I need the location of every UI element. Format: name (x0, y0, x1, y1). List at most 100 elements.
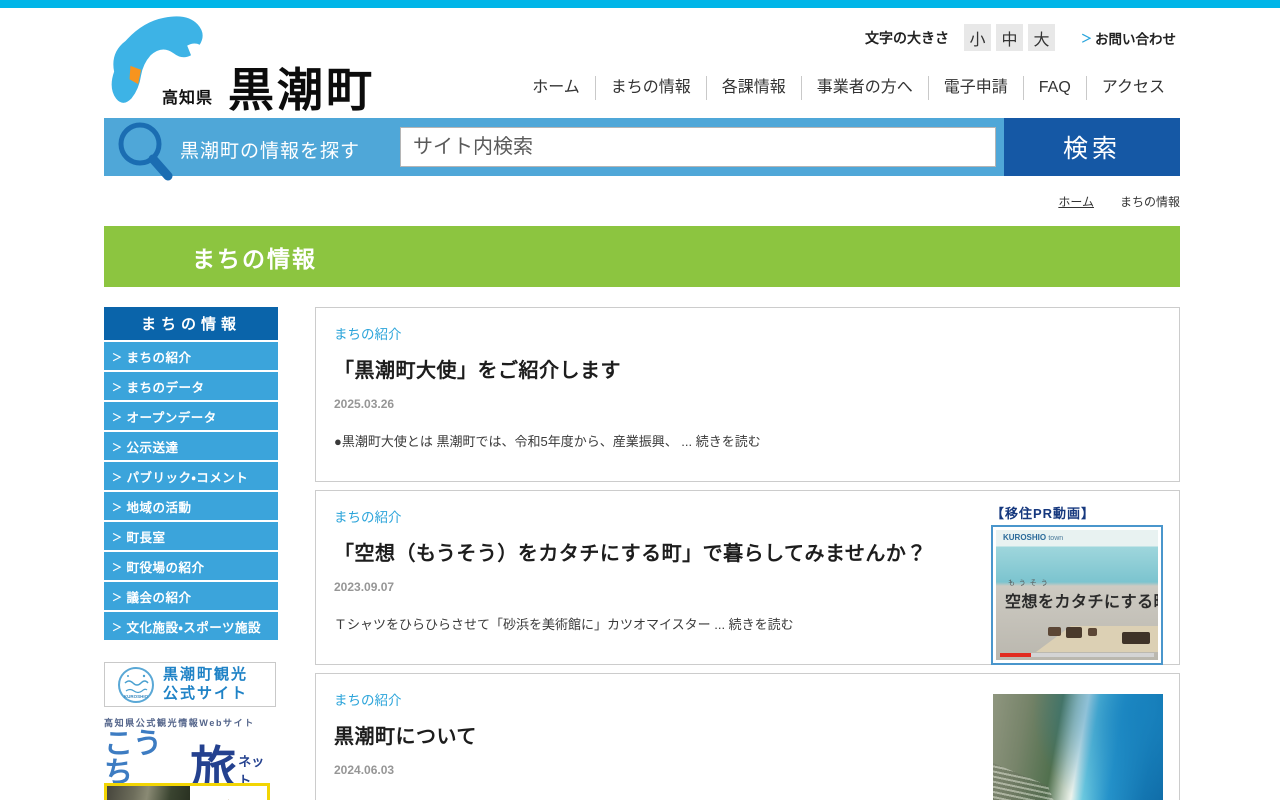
sidebar-item-public-comment[interactable]: ＞パブリック・コメント (104, 462, 278, 490)
header-utilities: 文字の大きさ 小 中 大 ＞ お問い合わせ (865, 24, 1176, 51)
font-size-small-button[interactable]: 小 (964, 24, 991, 51)
breadcrumb-current: まちの情報 (1119, 195, 1180, 209)
nav-item-faq[interactable]: FAQ (1022, 76, 1086, 100)
nav-item-business[interactable]: 事業者の方へ (800, 76, 928, 100)
chevron-right-icon: ＞ (1081, 32, 1092, 45)
kochi-tabi-net-banner[interactable]: 高知県公式観光情報Webサイト こうち 旅 ネット (104, 716, 276, 791)
site-search-band: 黒潮町の情報を探す 検索 (104, 118, 1180, 181)
contact-link[interactable]: ＞ お問い合わせ (1081, 28, 1176, 48)
article-excerpt: Ｔシャツをひらひらさせて「砂浜を美術館に」カツオマイスター ... 続きを読む (334, 614, 974, 633)
sidebar-item-shisetsu[interactable]: ＞文化施設・スポーツ施設 (104, 612, 278, 640)
font-size-medium-button[interactable]: 中 (996, 24, 1023, 51)
article-card: まちの紹介 黒潮町について 2024.06.03 黒潮町（くろしおちょう）は、高… (315, 673, 1180, 800)
contact-link-label: お問い合わせ (1095, 31, 1176, 47)
beach-furniture-graphic (1048, 627, 1061, 636)
search-lead-text: 黒潮町の情報を探す (180, 141, 361, 162)
sidebar-item-label: オープンデータ (126, 410, 217, 425)
chevron-right-icon: ＞ (112, 622, 123, 634)
font-size-label: 文字の大きさ (865, 29, 949, 46)
nav-item-home[interactable]: ホーム (517, 76, 595, 100)
chevron-right-icon: ＞ (112, 562, 123, 574)
sidebar-item-label: 町役場の紹介 (126, 560, 205, 575)
article-thumbnail-aerial-photo[interactable] (993, 694, 1163, 800)
sidebar-item-label: 文化施設・スポーツ施設 (126, 620, 262, 635)
nav-item-e-apply[interactable]: 電子申請 (927, 76, 1023, 100)
pr-video-image: KUROSHIO town もうそう 空想をカタチにする町 (996, 530, 1158, 660)
sidebar-menu: ＞まちの紹介 ＞まちのデータ ＞オープンデータ ＞公示送達 ＞パブリック・コメン… (104, 342, 278, 640)
article-excerpt-text: ●黒潮町大使とは 黒潮町では、令和5年度から、産業振興、 ... (334, 434, 696, 449)
beach-furniture-graphic (1088, 628, 1097, 636)
breadcrumb-home-link[interactable]: ホーム (1058, 193, 1094, 210)
logo-town-name: 黒潮町 (228, 64, 375, 116)
sidebar-title: まちの情報 (104, 307, 278, 340)
video-caption-text: 空想をカタチにする町 (1005, 594, 1158, 611)
article-date: 2025.03.26 (334, 397, 395, 411)
svg-text:KUROSHIO: KUROSHIO (124, 694, 149, 699)
information-banner-photo (107, 786, 191, 800)
video-brand-text: KUROSHIO town (1003, 533, 1064, 542)
sidebar-item-koji-sotatsu[interactable]: ＞公示送達 (104, 432, 278, 460)
chevron-right-icon: ＞ (112, 412, 123, 424)
main-nav: ホーム まちの情報 各課情報 事業者の方へ 電子申請 FAQ アクセス (517, 76, 1180, 100)
article-excerpt: ●黒潮町大使とは 黒潮町では、令和5年度から、産業振興、 ... 続きを読む (334, 431, 974, 450)
search-icon (118, 122, 173, 181)
sidebar-item-label: 議会の紹介 (126, 590, 192, 605)
kuroshio-kanko-logo-icon: KUROSHIO (118, 666, 154, 703)
sidebar-item-chiiki-katsudo[interactable]: ＞地域の活動 (104, 492, 278, 520)
page: 高知県 黒潮町 文字の大きさ 小 中 大 ＞ お問い合わせ ホーム まちの情報 … (0, 0, 1280, 800)
sidebar-item-machi-data[interactable]: ＞まちのデータ (104, 372, 278, 400)
article-excerpt-text: Ｔシャツをひらひらさせて「砂浜を美術館に」カツオマイスター ... (334, 617, 729, 632)
site-logo[interactable]: 高知県 黒潮町 (104, 10, 424, 118)
article-category-link[interactable]: まちの紹介 (334, 689, 402, 709)
sidebar-item-machi-shokai[interactable]: ＞まちの紹介 (104, 342, 278, 370)
search-input[interactable] (400, 127, 996, 167)
font-size-large-button[interactable]: 大 (1028, 24, 1055, 51)
tabi-logo-kouchi: こうち (104, 728, 163, 789)
information-banner[interactable]: information (104, 783, 270, 800)
nav-item-kakuka-info[interactable]: 各課情報 (705, 76, 801, 100)
page-title: まちの情報 (192, 245, 317, 272)
beach-furniture-graphic (1122, 632, 1150, 644)
article-category-link[interactable]: まちの紹介 (334, 323, 402, 343)
pr-video-thumbnail[interactable]: 【移住PR動画】 KUROSHIO town もうそう 空想をカタチにする町 (991, 503, 1163, 665)
article-card: まちの紹介 「空想（もうそう）をカタチにする町」で暮らしてみませんか？ 2023… (315, 490, 1180, 665)
kanko-banner-line2: 公式サイト (163, 684, 249, 702)
article-category-link[interactable]: まちの紹介 (334, 506, 402, 526)
read-more-link[interactable]: 続きを読む (729, 617, 794, 632)
read-more-link[interactable]: 続きを読む (696, 434, 761, 449)
chevron-right-icon: ＞ (112, 352, 123, 364)
pr-video-label: 【移住PR動画】 (991, 506, 1096, 521)
kanko-banner-text: 黒潮町観光 公式サイト (163, 666, 248, 704)
aerial-town-texture (993, 763, 1072, 800)
sidebar-item-label: 町長室 (126, 530, 166, 545)
article-title-link[interactable]: 「黒潮町大使」をご紹介します (334, 354, 1161, 383)
chevron-right-icon: ＞ (112, 592, 123, 604)
sidebar-item-label: まちの紹介 (126, 350, 192, 365)
beach-furniture-graphic (1066, 627, 1082, 638)
tabi-banner-logo: こうち 旅 ネット (104, 728, 276, 791)
kanko-site-banner[interactable]: KUROSHIO 黒潮町観光 公式サイト (104, 662, 276, 707)
video-caption-furigana: もうそう (1008, 580, 1052, 587)
video-progress-fill (1000, 653, 1031, 657)
video-progress-bar[interactable] (1000, 653, 1154, 657)
chevron-right-icon: ＞ (112, 532, 123, 544)
kanko-banner-line1: 黒潮町観光 (163, 665, 249, 683)
video-caption: もうそう 空想をカタチにする町 (1005, 578, 1158, 612)
nav-item-access[interactable]: アクセス (1085, 76, 1180, 100)
sidebar-item-gikai[interactable]: ＞議会の紹介 (104, 582, 278, 610)
sidebar-item-open-data[interactable]: ＞オープンデータ (104, 402, 278, 430)
sidebar-item-choucho-shitsu[interactable]: ＞町長室 (104, 522, 278, 550)
chevron-right-icon: ＞ (112, 502, 123, 514)
information-banner-arc: information (190, 786, 267, 800)
sidebar: まちの情報 ＞まちの紹介 ＞まちのデータ ＞オープンデータ ＞公示送達 ＞パブリ… (104, 307, 278, 640)
pr-video-frame: KUROSHIO town もうそう 空想をカタチにする町 (991, 525, 1163, 665)
chevron-right-icon: ＞ (112, 382, 123, 394)
sidebar-item-machiyakuba[interactable]: ＞町役場の紹介 (104, 552, 278, 580)
search-button[interactable]: 検索 (1004, 118, 1180, 176)
sidebar-item-label: パブリック・コメント (126, 470, 249, 485)
nav-item-machi-info[interactable]: まちの情報 (594, 76, 706, 100)
logo-prefecture: 高知県 (162, 90, 214, 107)
article-card: まちの紹介 「黒潮町大使」をご紹介します 2025.03.26 ●黒潮町大使とは… (315, 307, 1180, 482)
breadcrumb: ホーム まちの情報 (1058, 193, 1180, 210)
top-accent-bar (0, 0, 1280, 8)
